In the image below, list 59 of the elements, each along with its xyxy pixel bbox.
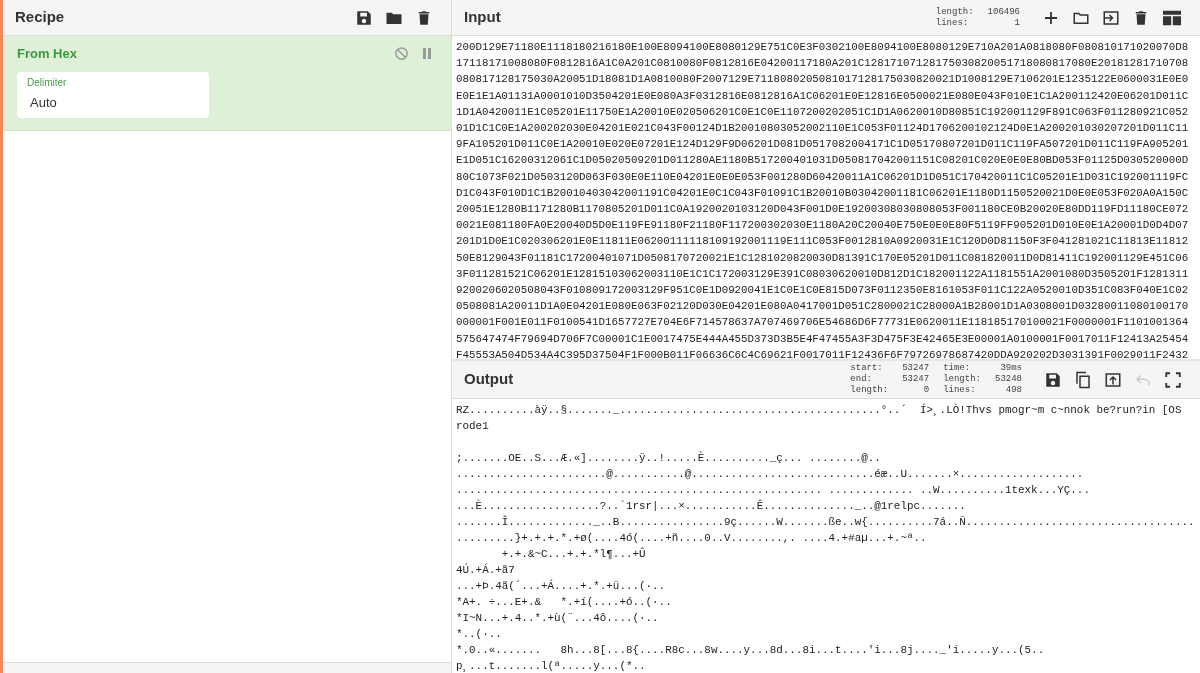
stat-value: 53248 (995, 374, 1022, 385)
panel-title: Input (464, 7, 501, 28)
output-line: ;.......OE..S...Æ.«]........ÿ..!.....È.........._ç... ........@.. (456, 450, 881, 466)
output-line: ...+Þ.4ã(´...+Á....+.*.+ü...(·.. (456, 578, 666, 594)
stat-label: length: (935, 6, 974, 18)
output-line: 4Ú.+Á.+ã7 (456, 562, 515, 578)
stat-label: lines: (935, 17, 970, 29)
hex-line: 50E8129043F01181C17200401071D0508170720021E1C1281020820030D81391C170E05201D011C081820011D0D81411C192001129E451C06 (456, 250, 1189, 266)
stat-label: start: (850, 363, 884, 374)
hex-line: 000001F001E011F0100541D1657727E704E6F714578637A707469706E54686D6F77731E0620011E118185170100021F0000001F1101001364 (456, 315, 1189, 331)
hex-line: 1D1A0420011E1C05201E11750E1A20010E020506201C0E1C0E1107200202051C1D1A0620010D80851C192001129F891C063F011280921C052 (456, 104, 1189, 120)
output-line: rode1 (456, 419, 489, 434)
stat-value: 39ms (999, 363, 1022, 374)
output-line: p¸...t.......l(ª.....y...(*.. (456, 659, 646, 673)
stat-label: length: (850, 385, 889, 396)
field-label: Delimiter (27, 75, 68, 90)
hex-line: 17118171008080F0812816A1C0A201C0810080F0812816E04200117180A201C12817107128175030820051718080817080E20181281710708 (456, 56, 1189, 72)
hex-line: 9200206020508043F010809172003129F951C0E1D0920041E1C0E1C0E815D073F0112350E8161053F011C122A0520010D351C083F040E1C02 (456, 283, 1189, 299)
stat-value: 498 (1004, 385, 1022, 396)
stat-label: lines: (943, 385, 977, 396)
hex-line: 01D1C1C0E1A200202030E04201E021C043F00124D1B20010803052002110E1C053F01124D1706200102124D0E1A200201030207201D011C11 (456, 121, 1189, 136)
hex-line: E1D051C16200312061C1D05020509201D011280AE1180B517200401031D050817042001151C08201C020E0E0E80BD053F01125D030520000D (456, 153, 1189, 169)
stat-value: 1 (1013, 17, 1020, 29)
hex-line: 575647474F79694D706F7C00001C1E0017475E444A455D373D3B5E4F47455A3F3D475F3E42465E3E00001A0100001F0017011F12413A25454 (456, 331, 1189, 347)
operation-name: From Hex (17, 45, 77, 63)
stat-label: end: (850, 374, 873, 385)
output-line: RZ..........àÿ..§......._........................................°..´ Í>¸.LÒ!Thvs pmogr~m c~nnok be?run?in [OS (456, 402, 1182, 418)
stat-value: 106496 (987, 6, 1020, 18)
hex-line: F45553A504D534A4C395D37504F1F000B011F06636C6C4C69621F0017011F12436F6F79726978687420DDA920202D3031391F0029011F2432 (456, 347, 1189, 359)
stat-value: 53247 (902, 374, 930, 385)
stat-label: time: (943, 363, 972, 374)
hex-line: 80C1073F021D0503120D063F030E0E110E04201E0E0E053F001280D60420011A1C06201D1D051C170420011C1C05201E1D031C192001119FC (456, 169, 1189, 185)
stat-value: 53247 (902, 363, 930, 374)
output-line: *.0..«....... 8h...8[...8{....R8c...8w....y...8d...8i...t....'i...8j...._'i.....y...(5.. (456, 643, 1045, 658)
argument-field[interactable]: Delimiter Auto (17, 71, 209, 118)
output-line: +.+.&~C...+.+.*l¶...+Û (500, 546, 646, 562)
stat-label: length: (943, 374, 981, 385)
output-line: .........}+.+.+.*.+ø(....4ó(....+ñ....0..V........,. ....4.+#aµ...+.~ª.. (456, 531, 927, 546)
stat-value: 0 (922, 385, 930, 396)
output-line: .......................@...........@............................éæ..U.......×................... (456, 467, 1084, 482)
output-line: *I~N...+.4..*.+ù(¨...4ô....(·.. (456, 611, 659, 626)
hex-line: 0508081A20011D1A0E04201E080E063F02120D030E04201E080A0417001D051C2800021C28000A1B28001D1A0308001D03280011080100170 (456, 299, 1189, 315)
output-line: ........................................................ ............. ..W..........1texk...YÇ... (456, 483, 1090, 498)
output-line: .......Î............._..B................9ç......W.......ße..w{..........7á..Ñ................................... (456, 514, 1195, 530)
hex-line: E0E1E1A01131A0001010D3504201E0E080A3F0312816E0812816A1C06201E0E12816E0500021E080E043F010E1C1A200112420E06201D011C (456, 88, 1189, 104)
hex-line: D1C043F010D1C1B20010403042001191C04201E0C1C043F01091C1B20010B03042001181C06201E1180D1150520021D0E0E053F020A0A150C (456, 185, 1189, 201)
hex-line: 3F011281521C06201E12815103062003110E1C1C172003129E391C08030620010D812D1C182001122A1181551A2001080D3505201F1281311 (456, 266, 1189, 282)
delimiter-field[interactable]: Auto (27, 92, 199, 112)
hex-line: 200D129E71180E1118180216180E100E8094100E8080129E751C0E3F0302100E8094100E8080129E710A201A0818080F080810171020070D8 (456, 40, 1189, 55)
hex-line: 9FA105201D011C0E1A20010E020E07201E124D129F9D06201D081D0517082004171C1D05170807201D011C119FA507201D011C119FA905201 (456, 137, 1189, 153)
hex-line: 20051E1280B1171280B1170805201D011C0A1920020103120D043F001D0E19200308030808053F001180CE0B20020E80DD119FD11180CE072 (456, 202, 1189, 218)
panel-title: Recipe (15, 7, 65, 28)
hex-line: 080817128175030A20051D18081D1A0810080F2007129E7118080205081017128175030820021D1008129E7106201E1235122E0600031E0E0 (456, 72, 1189, 88)
output-line: *A+. ÷...E+.& *.+í(....+ó..(·.. (456, 595, 672, 610)
hex-line: 201D1D0E1C020306201E0E11811E06200111118109192001119E111C053F0012810A0920031E1C120D0D81150F3F041281021C11813E11812 (456, 234, 1189, 250)
hex-line: 0021E081180FA0E20040D5D0E119FE91180F21180F117200302030E1180A20C20040E750E0E0E80F5119FF905201D010E0E1A20001D0D4D07 (456, 218, 1189, 234)
panel-title: Output (464, 369, 514, 390)
output-line: *..(·.. (456, 627, 502, 642)
output-line: ...È..................?..`1rsr|...×...........Ê.............._..@1relpc....... (456, 498, 966, 514)
